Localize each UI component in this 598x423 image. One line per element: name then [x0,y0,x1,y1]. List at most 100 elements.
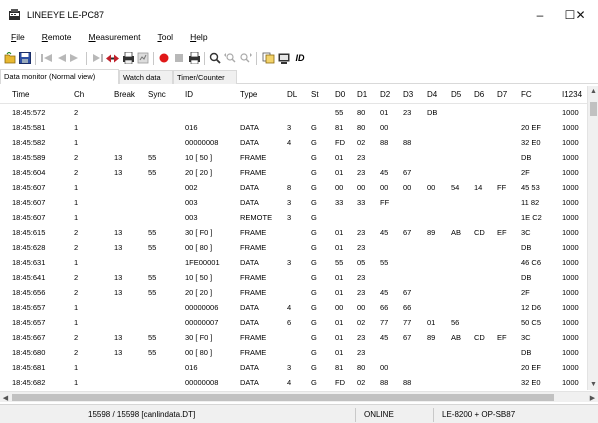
column-header-ch[interactable]: Ch [74,90,84,99]
table-row[interactable]: 18:45:607 1 003 REMOTE 3 G 1E C2 1000 [0,210,590,225]
table-row[interactable]: 18:45:582 1 00000008 DATA 4 G FD 02 88 88 32 E0 100… [0,135,590,150]
save-icon[interactable] [18,50,32,66]
column-header-time[interactable]: Time [12,90,29,99]
cell-ch: 1 [74,363,79,372]
horizontal-scroll-thumb[interactable] [12,394,554,401]
scroll-right-icon[interactable]: ▶ [587,392,598,403]
copy-icon[interactable] [261,50,275,66]
table-row[interactable]: 18:45:641 2 13 55 10 [ 50 ] FRAME G 01 23 DB 1000 [0,270,590,285]
cell-ch: 2 [74,153,79,162]
menu-remote[interactable]: Remote [30,31,77,44]
column-header-id[interactable]: ID [185,90,193,99]
stop-icon[interactable] [172,50,186,66]
cell-st: G [311,363,317,372]
table-row[interactable]: 18:45:604 2 13 55 20 [ 20 ] FRAME G 01 23 45 67 2F 1… [0,165,590,180]
display-icon[interactable] [277,50,291,66]
cell-d3: 88 [403,378,412,387]
id-icon[interactable]: ID [292,50,308,66]
cell-st: G [311,333,317,342]
column-header-type[interactable]: Type [240,90,257,99]
record-icon[interactable] [157,50,171,66]
menu-tool[interactable]: Tool [145,31,178,44]
scroll-down-icon[interactable]: ▼ [588,379,598,390]
cell-sync: 55 [148,168,157,177]
column-header-d0[interactable]: D0 [335,90,345,99]
table-row[interactable]: 18:45:631 1 1FE00001 DATA 3 G 55 05 55 46 C6 1000 [0,255,590,270]
open-icon[interactable] [3,50,17,66]
table-row[interactable]: 18:45:607 1 002 DATA 8 G 00 00 00 00 00 54 14 FF 45 53… [0,180,590,195]
cell-id: 30 [ F0 ] [185,228,213,237]
cell-id: 00000008 [185,378,219,387]
column-header-d5[interactable]: D5 [451,90,461,99]
table-row[interactable]: 18:45:681 1 016 DATA 3 G 81 80 00 20 EF 1000 [0,360,590,375]
column-header-d7[interactable]: D7 [497,90,507,99]
cell-ch: 2 [74,288,79,297]
grid-header: Time Ch Break Sync ID Type DL St D0 D1 D2 D3 D4 D5 D6 D… [0,86,590,104]
cell-d7: EF [497,228,507,237]
horizontal-scrollbar[interactable]: ◀ ▶ [0,391,598,402]
print-icon[interactable] [121,50,135,66]
column-header-d4[interactable]: D4 [427,90,437,99]
cell-d0: FD [335,378,345,387]
cell-fc: 11 82 [521,198,540,207]
table-row[interactable]: 18:45:682 1 00000008 DATA 4 G FD 02 88 88 32 E0 100… [0,375,590,390]
report-icon[interactable] [187,50,201,66]
column-header-sync[interactable]: Sync [148,90,166,99]
table-row[interactable]: 18:45:607 1 003 DATA 3 G 33 33 FF 11 82 1000 [0,195,590,210]
column-header-st[interactable]: St [311,90,319,99]
cell-id: 10 [ 50 ] [185,153,213,162]
cell-d2: 55 [380,258,389,267]
trace-icon[interactable] [136,50,150,66]
cell-fc: 20 EF [521,123,542,132]
cell-d4: 01 [427,318,436,327]
column-header-d3[interactable]: D3 [403,90,413,99]
menu-measurement[interactable]: Measurement [76,31,145,44]
scroll-left-icon[interactable]: ◀ [0,392,11,403]
column-header-dl[interactable]: DL [287,90,297,99]
scroll-up-icon[interactable]: ▲ [588,86,598,97]
go-forward-icon[interactable] [68,50,82,66]
table-row[interactable]: 18:45:657 1 00000006 DATA 4 G 00 00 66 66 12 D6 100… [0,300,590,315]
column-header-d6[interactable]: D6 [474,90,484,99]
column-header-fc[interactable]: FC [521,90,532,99]
go-start-icon[interactable] [40,50,54,66]
cell-st: G [311,273,317,282]
table-row[interactable]: 18:45:657 1 00000007 DATA 6 G 01 02 77 77 01 56 50 C… [0,315,590,330]
column-header-d2[interactable]: D2 [380,90,390,99]
menu-help[interactable]: Help [178,31,212,44]
search-next-icon[interactable] [238,50,252,66]
cell-sync: 55 [148,273,157,282]
column-header-break[interactable]: Break [114,90,135,99]
table-row[interactable]: 18:45:589 2 13 55 10 [ 50 ] FRAME G 01 23 DB 1000 [0,150,590,165]
table-row[interactable]: 18:45:628 2 13 55 00 [ 80 ] FRAME G 01 23 DB 1000 [0,240,590,255]
cell-st: G [311,183,317,192]
menu-bar: File Remote Measurement Tool Help [0,31,598,44]
cell-d1: 02 [357,378,366,387]
cell-d3: 23 [403,108,412,117]
search-icon[interactable] [208,50,222,66]
table-row[interactable]: 18:45:667 2 13 55 30 [ F0 ] FRAME G 01 23 45 67 89 A… [0,330,590,345]
cell-type: FRAME [240,243,267,252]
vertical-scroll-thumb[interactable] [590,102,597,116]
go-end-icon[interactable] [91,50,105,66]
vertical-scrollbar[interactable]: ▲ ▼ [587,86,598,390]
cell-ch: 1 [74,318,79,327]
table-row[interactable]: 18:45:615 2 13 55 30 [ F0 ] FRAME G 01 23 45 67 89 A… [0,225,590,240]
column-header-d1[interactable]: D1 [357,90,367,99]
cell-dl: 3 [287,198,292,207]
cell-id: 00000006 [185,303,219,312]
table-row[interactable]: 18:45:581 1 016 DATA 3 G 81 80 00 20 EF 1000 [0,120,590,135]
search-prev-icon[interactable] [223,50,237,66]
tab-timer-counter[interactable]: Timer/Counter [173,70,237,84]
tab-watch-data[interactable]: Watch data [119,70,173,84]
table-row[interactable]: 18:45:680 2 13 55 00 [ 80 ] FRAME G 01 23 DB 1000 [0,345,590,360]
menu-file[interactable]: File [0,31,30,44]
table-row[interactable]: 18:45:656 2 13 55 20 [ 20 ] FRAME G 01 23 45 67 2F 1… [0,285,590,300]
data-monitor-grid: Time Ch Break Sync ID Type DL St D0 D1 D2 D3 D4 D5 D6 D… [0,86,590,390]
mark-icon[interactable] [105,50,119,66]
column-header-i1234[interactable]: I1234 [562,90,582,99]
table-row[interactable]: 18:45:572 2 55 80 01 23 DB 1000 [0,105,590,120]
go-back-icon[interactable] [54,50,68,66]
close-button[interactable]: ✕ [563,0,598,30]
tab-data-monitor[interactable]: Data monitor (Normal view) [0,69,119,84]
